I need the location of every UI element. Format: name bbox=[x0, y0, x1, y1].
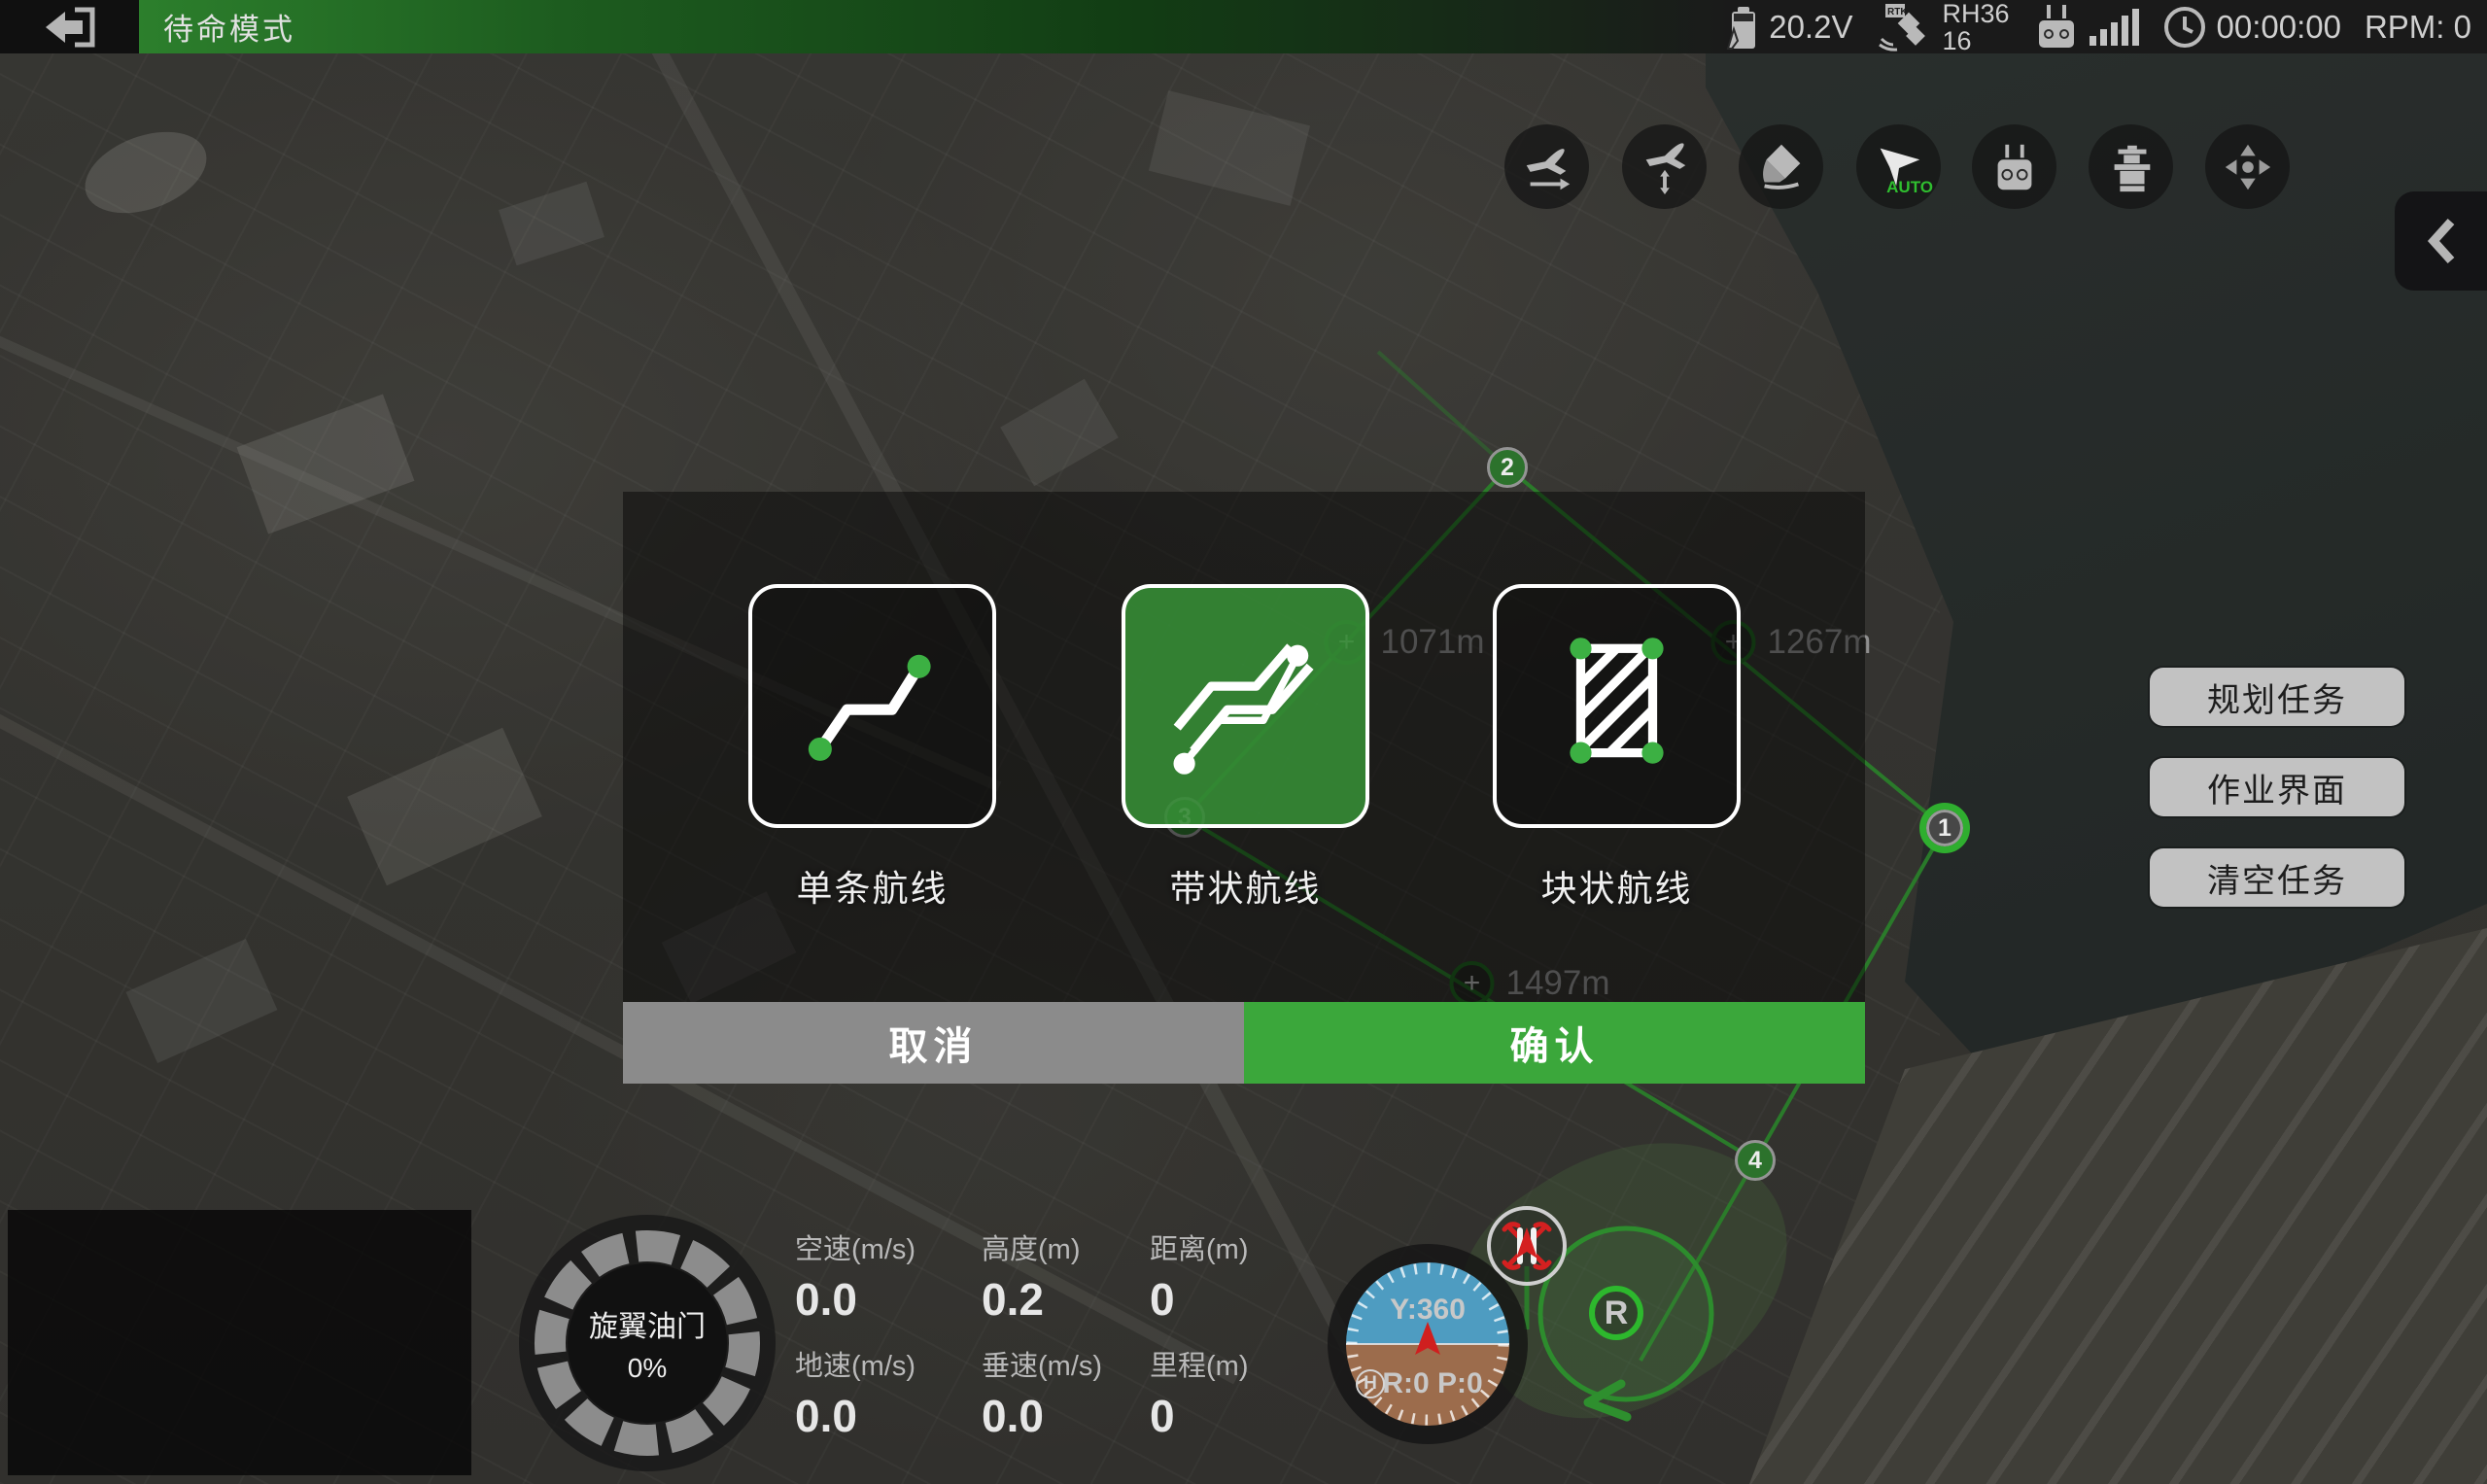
telemetry-col-1: 空速(m/s) 0.0 地速(m/s) 0.0 bbox=[795, 1226, 915, 1460]
telemetry-value: 0.0 bbox=[795, 1273, 915, 1326]
waypoint-marker-4[interactable]: 4 bbox=[1735, 1140, 1776, 1181]
option-strip-route[interactable] bbox=[1122, 584, 1369, 828]
waypoint-marker-1[interactable]: 1 bbox=[1919, 803, 1970, 853]
telemetry-label: 距离(m) bbox=[1150, 1226, 1248, 1267]
rpm-readout: RPM: 0 bbox=[2365, 9, 2471, 46]
chevron-left-icon bbox=[2422, 216, 2461, 266]
clock-icon bbox=[2162, 5, 2207, 50]
battery-icon bbox=[1718, 4, 1759, 51]
rtk-id: RH36 bbox=[1942, 0, 2009, 28]
rtk-info: RH36 16 bbox=[1942, 0, 2009, 54]
home-h-icon: H bbox=[1356, 1369, 1385, 1398]
pump-button[interactable] bbox=[2089, 124, 2173, 209]
block-route-icon bbox=[1527, 616, 1707, 796]
rc-signal-status bbox=[2033, 3, 2139, 52]
top-status-bar: 待命模式 20.2V RTK bbox=[0, 0, 2487, 53]
auto-label: AUTO bbox=[1886, 178, 1933, 197]
waypoint-number: 1 bbox=[1938, 814, 1952, 843]
telemetry-value: 0.0 bbox=[982, 1390, 1102, 1442]
throttle-label: 旋翼油门 bbox=[589, 1302, 706, 1345]
pan-control-button[interactable] bbox=[2205, 124, 2290, 209]
signal-bars-icon bbox=[2090, 9, 2139, 46]
flight-timer: 00:00:00 bbox=[2162, 5, 2341, 50]
telemetry-label: 地速(m/s) bbox=[795, 1343, 915, 1384]
plane-horizontal-button[interactable] bbox=[1504, 124, 1589, 209]
telemetry-value: 0 bbox=[1150, 1390, 1248, 1442]
throttle-readout: 旋翼油门 0% bbox=[516, 1212, 778, 1474]
battery-voltage: 20.2V bbox=[1769, 9, 1852, 46]
throttle-value: 0% bbox=[628, 1353, 667, 1384]
strip-route-icon bbox=[1156, 616, 1335, 796]
confirm-button[interactable]: 确认 bbox=[1244, 1002, 1865, 1084]
rtk-status: RTK RH36 16 bbox=[1876, 0, 2009, 54]
waypoint-number: 4 bbox=[1748, 1147, 1762, 1175]
telemetry-label: 空速(m/s) bbox=[795, 1226, 915, 1267]
option-single-route-label: 单条航线 bbox=[748, 859, 996, 912]
remote-controller-icon bbox=[2033, 3, 2080, 52]
route-type-dialog: 单条航线 带状航线 块状航线 取消 确认 bbox=[623, 492, 1865, 1084]
plane-horizontal-icon bbox=[1519, 139, 1575, 195]
status-cluster: 20.2V RTK RH36 16 bbox=[1718, 0, 2471, 53]
eraser-button[interactable] bbox=[1739, 124, 1823, 209]
rtk-satellite-icon: RTK bbox=[1876, 2, 1932, 52]
telemetry-col-3: 距离(m) 0 里程(m) 0 bbox=[1150, 1226, 1248, 1460]
telemetry-value: 0 bbox=[1150, 1273, 1248, 1326]
dpad-icon bbox=[2220, 139, 2276, 195]
camera-feed[interactable] bbox=[8, 1210, 471, 1475]
option-strip-route-label: 带状航线 bbox=[1122, 859, 1369, 912]
exit-icon bbox=[40, 6, 100, 49]
clear-mission-button[interactable]: 清空任务 bbox=[2150, 848, 2404, 907]
option-single-route[interactable] bbox=[748, 584, 996, 828]
panel-collapse-tab[interactable] bbox=[2395, 191, 2487, 291]
remote-settings-button[interactable] bbox=[1972, 124, 2056, 209]
option-block-route-label: 块状航线 bbox=[1493, 859, 1741, 912]
waypoint-number: 2 bbox=[1501, 454, 1514, 482]
rtk-flag-label: RTK bbox=[1887, 7, 1908, 17]
pump-icon bbox=[2103, 139, 2159, 195]
plan-mission-button[interactable]: 规划任务 bbox=[2150, 668, 2404, 726]
flight-mode-label: 待命模式 bbox=[163, 0, 295, 53]
auto-route-button[interactable]: AUTO bbox=[1856, 124, 1941, 209]
remote-icon bbox=[1986, 139, 2043, 195]
telemetry-label: 高度(m) bbox=[982, 1226, 1102, 1267]
plane-vertical-icon bbox=[1637, 139, 1693, 195]
yaw-readout: Y:360 bbox=[1390, 1294, 1466, 1327]
work-interface-button[interactable]: 作业界面 bbox=[2150, 758, 2404, 816]
telemetry-col-2: 高度(m) 0.2 垂速(m/s) 0.0 bbox=[982, 1226, 1102, 1460]
telemetry-label: 里程(m) bbox=[1150, 1343, 1248, 1384]
attitude-indicator bbox=[1326, 1242, 1530, 1446]
app-screen: 1 2 3 4 + 1071m + 1267m + 1497m R bbox=[0, 0, 2487, 1484]
timer-value: 00:00:00 bbox=[2217, 9, 2341, 46]
back-button[interactable] bbox=[0, 0, 139, 53]
roll-pitch-readout: R:0 P:0 bbox=[1382, 1367, 1482, 1400]
rtk-satellite-count: 16 bbox=[1942, 26, 1971, 55]
option-block-route[interactable] bbox=[1493, 584, 1741, 828]
return-point-marker[interactable]: R bbox=[1589, 1286, 1643, 1340]
telemetry-value: 0.2 bbox=[982, 1273, 1102, 1326]
plane-vertical-button[interactable] bbox=[1622, 124, 1707, 209]
single-route-icon bbox=[782, 616, 962, 796]
battery-status: 20.2V bbox=[1718, 4, 1852, 51]
eraser-icon bbox=[1753, 139, 1810, 195]
waypoint-marker-2[interactable]: 2 bbox=[1487, 447, 1528, 488]
telemetry-value: 0.0 bbox=[795, 1390, 915, 1442]
cancel-button[interactable]: 取消 bbox=[623, 1002, 1244, 1084]
telemetry-label: 垂速(m/s) bbox=[982, 1343, 1102, 1384]
